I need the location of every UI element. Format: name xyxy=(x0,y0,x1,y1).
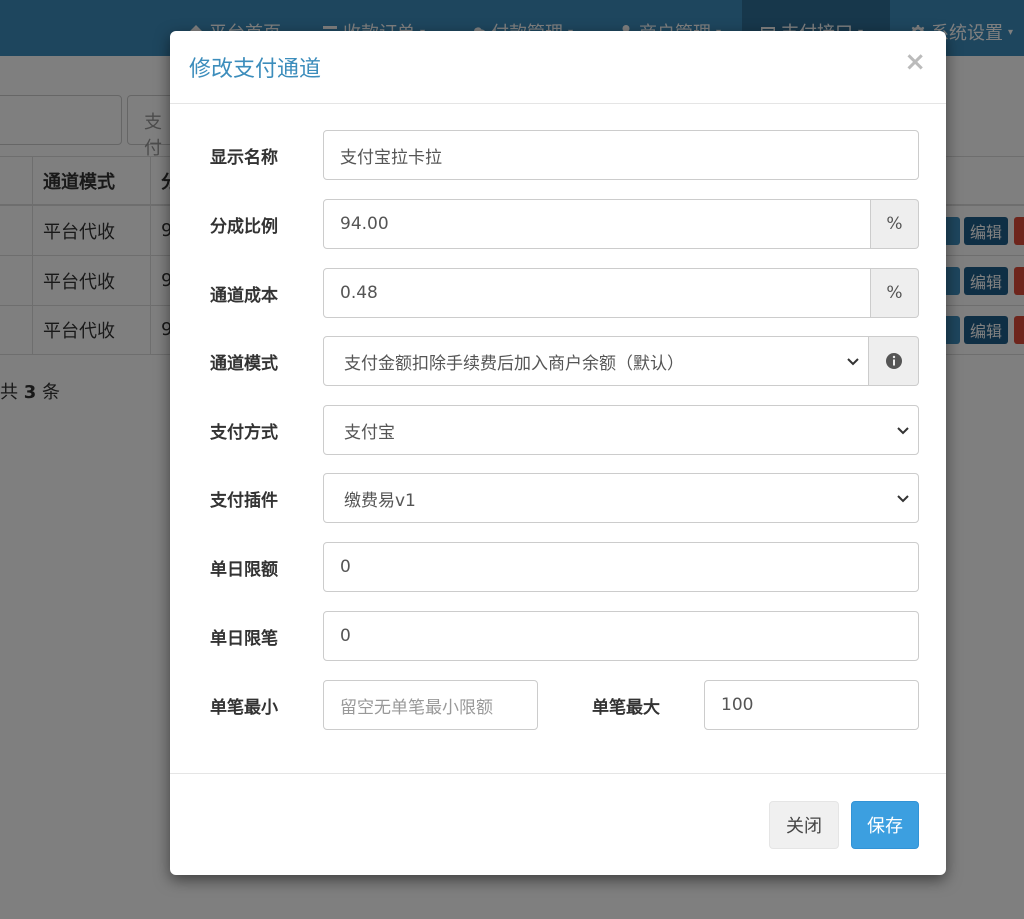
ratio-label: 分成比例 xyxy=(210,216,278,237)
display-name-input[interactable]: 支付宝拉卡拉 xyxy=(323,130,919,180)
daily-limit-value: 0 xyxy=(340,557,351,577)
close-button[interactable]: 关闭 xyxy=(769,801,839,849)
display-name-label: 显示名称 xyxy=(210,147,278,168)
edit-channel-modal: 修改支付通道 × 显示名称 支付宝拉卡拉 分成比例 94.00 % 通道成本 0… xyxy=(170,31,946,875)
form-row-min-max: 单笔最小 留空无单笔最小限额 单笔最大 100 xyxy=(170,680,946,730)
max-input[interactable]: 100 xyxy=(704,680,919,730)
min-input[interactable]: 留空无单笔最小限额 xyxy=(323,680,538,730)
close-icon[interactable]: × xyxy=(904,47,926,77)
ratio-value: 94.00 xyxy=(340,214,389,234)
save-button[interactable]: 保存 xyxy=(851,801,919,849)
form-row-cost: 通道成本 0.48 % xyxy=(170,268,946,318)
plugin-select[interactable]: 缴费易v1 xyxy=(323,473,919,523)
ratio-percent-addon: % xyxy=(871,199,919,249)
plugin-selected-value: 缴费易v1 xyxy=(344,490,416,511)
cost-label: 通道成本 xyxy=(210,285,278,306)
ratio-input[interactable]: 94.00 xyxy=(323,199,871,249)
mode-selected-value: 支付金额扣除手续费后加入商户余额（默认） xyxy=(344,353,684,374)
mode-info-button[interactable] xyxy=(869,336,919,386)
modal-title: 修改支付通道 xyxy=(189,57,322,82)
chevron-down-icon xyxy=(847,358,859,366)
form-row-mode: 通道模式 支付金额扣除手续费后加入商户余额（默认） xyxy=(170,336,946,386)
display-name-value: 支付宝拉卡拉 xyxy=(340,147,442,168)
max-label: 单笔最大 xyxy=(592,697,660,718)
cost-percent-addon: % xyxy=(871,268,919,318)
min-placeholder: 留空无单笔最小限额 xyxy=(340,697,493,718)
info-icon xyxy=(885,353,902,369)
form-row-display-name: 显示名称 支付宝拉卡拉 xyxy=(170,130,946,180)
form-row-plugin: 支付插件 缴费易v1 xyxy=(170,473,946,523)
daily-limit-label: 单日限额 xyxy=(210,559,278,580)
daily-limit-input[interactable]: 0 xyxy=(323,542,919,592)
form-row-ratio: 分成比例 94.00 % xyxy=(170,199,946,249)
mode-select[interactable]: 支付金额扣除手续费后加入商户余额（默认） xyxy=(323,336,869,386)
form-row-daily-limit: 单日限额 0 xyxy=(170,542,946,592)
plugin-label: 支付插件 xyxy=(210,490,278,511)
daily-count-input[interactable]: 0 xyxy=(323,611,919,661)
pay-type-selected-value: 支付宝 xyxy=(344,422,395,443)
min-label: 单笔最小 xyxy=(210,697,278,718)
chevron-down-icon xyxy=(897,427,909,435)
pay-type-select[interactable]: 支付宝 xyxy=(323,405,919,455)
mode-label: 通道模式 xyxy=(210,353,278,374)
cost-value: 0.48 xyxy=(340,283,378,303)
daily-count-label: 单日限笔 xyxy=(210,628,278,649)
daily-count-value: 0 xyxy=(340,626,351,646)
chevron-down-icon xyxy=(897,495,909,503)
pay-type-label: 支付方式 xyxy=(210,422,278,443)
max-value: 100 xyxy=(721,695,754,715)
form-row-daily-count: 单日限笔 0 xyxy=(170,611,946,661)
modal-footer: 关闭 保存 xyxy=(170,773,946,875)
modal-header: 修改支付通道 × xyxy=(170,31,946,104)
cost-input[interactable]: 0.48 xyxy=(323,268,871,318)
form-row-pay-type: 支付方式 支付宝 xyxy=(170,405,946,455)
